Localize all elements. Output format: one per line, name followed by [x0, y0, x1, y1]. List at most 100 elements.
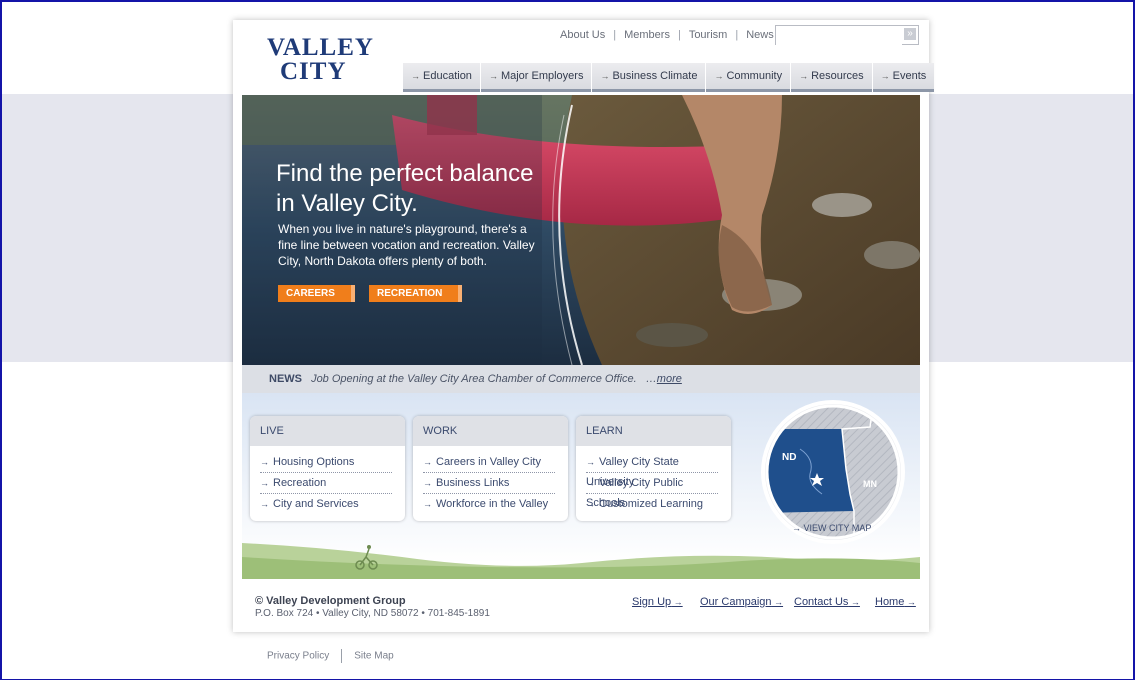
- page-footer: © Valley Development Group P.O. Box 724 …: [242, 579, 920, 632]
- card-link-label: City and Services: [273, 498, 359, 510]
- card-link-label: Careers in Valley City: [436, 456, 541, 468]
- card-link-label: Housing Options: [273, 456, 355, 468]
- footer-link-sign-up[interactable]: Sign Up →: [632, 596, 683, 608]
- hero-headline: Find the perfect balance in Valley City.: [276, 160, 534, 217]
- card-link[interactable]: → Valley City Public Schools: [586, 473, 718, 509]
- search-button[interactable]: »: [904, 28, 916, 40]
- view-city-map-link[interactable]: → VIEW CITY MAP: [792, 523, 871, 533]
- footer-link-our-campaign[interactable]: Our Campaign →: [700, 596, 783, 608]
- arrow-right-icon: →: [600, 71, 610, 81]
- footer-link-label: Home: [875, 596, 905, 608]
- search-input[interactable]: [776, 27, 902, 45]
- arrow-right-icon: →: [586, 457, 595, 467]
- card-link[interactable]: → Housing Options: [260, 452, 392, 473]
- page-container: VALLEY CITY About Us | Members | Tourism | New…: [233, 20, 935, 632]
- arrow-right-icon: →: [848, 597, 860, 607]
- live-card: LIVE → Housing Options → Recreation → City …: [250, 416, 405, 521]
- arrow-right-icon: →: [880, 71, 890, 81]
- site-map-link[interactable]: Site Map: [354, 651, 393, 662]
- utility-link-tourism[interactable]: Tourism: [689, 29, 728, 41]
- arrow-right-icon: →: [488, 71, 498, 81]
- footer-link-label: Sign Up: [632, 596, 672, 608]
- nav-tab-business-climate[interactable]: → Business Climate: [592, 63, 706, 92]
- hero-banner: Find the perfect balance in Valley City.…: [242, 95, 920, 365]
- separator: |: [735, 29, 739, 41]
- arrow-right-icon: →: [792, 523, 804, 533]
- site-logo[interactable]: VALLEY CITY: [267, 34, 374, 85]
- main-nav: → Education → Major Employers → Business Cl…: [403, 63, 935, 92]
- footer-address: P.O. Box 724 • Valley City, ND 58072 • 7…: [255, 608, 490, 619]
- card-link-label: Customized Learning: [599, 498, 703, 510]
- arrow-right-icon: →: [423, 457, 432, 467]
- logo-line-1: VALLEY: [267, 34, 374, 61]
- card-link-label: Business Links: [436, 477, 510, 489]
- map-label-nd: ND: [782, 452, 796, 463]
- hero-body: When you live in nature's playground, th…: [278, 222, 535, 268]
- hills-decoration: [242, 543, 920, 579]
- card-link-label: Recreation: [273, 477, 327, 489]
- nav-tab-label: Education: [423, 70, 472, 82]
- search-box: »: [775, 25, 919, 45]
- arrow-right-icon: →: [260, 478, 269, 488]
- news-ellipsis: …: [645, 373, 657, 385]
- bottom-links: Privacy Policy Site Map: [267, 649, 394, 663]
- recreation-button[interactable]: RECREATION: [369, 285, 463, 302]
- privacy-policy-link[interactable]: Privacy Policy: [267, 651, 329, 662]
- nav-tab-community[interactable]: → Community: [706, 63, 791, 92]
- news-bar: NEWS Job Opening at the Valley City Area…: [242, 365, 920, 393]
- card-link[interactable]: → Careers in Valley City: [423, 452, 555, 473]
- nav-tab-label: Resources: [811, 70, 864, 82]
- arrow-right-icon: →: [586, 499, 595, 509]
- nav-tab-major-employers[interactable]: → Major Employers: [480, 63, 592, 92]
- card-link[interactable]: → Valley City State University: [586, 452, 718, 488]
- card-title: WORK: [413, 416, 568, 446]
- arrow-right-icon: →: [671, 597, 683, 607]
- separator: |: [677, 29, 681, 41]
- separator: |: [613, 29, 617, 41]
- nav-tab-resources[interactable]: → Resources: [791, 63, 872, 92]
- news-label: NEWS: [269, 373, 302, 385]
- view-city-map-label: VIEW CITY MAP: [803, 523, 872, 533]
- card-link-label: Workforce in the Valley: [436, 498, 549, 510]
- card-link[interactable]: → Workforce in the Valley: [423, 494, 555, 514]
- arrow-right-icon: →: [423, 478, 432, 488]
- nav-tab-label: Events: [892, 70, 927, 82]
- footer-organization: © Valley Development Group: [255, 595, 406, 607]
- work-card: WORK → Careers in Valley City → Business L…: [413, 416, 568, 521]
- logo-line-2: CITY: [280, 58, 347, 85]
- nav-tab-label: Major Employers: [500, 70, 584, 82]
- card-link[interactable]: → Business Links: [423, 473, 555, 494]
- nav-tab-label: Community: [726, 70, 783, 82]
- quick-links-section: LIVE → Housing Options → Recreation → City …: [242, 393, 920, 579]
- browser-frame: VALLEY CITY About Us | Members | Tourism | New…: [0, 0, 1135, 680]
- utility-nav: About Us | Members | Tourism | News: [560, 29, 774, 41]
- careers-button[interactable]: CAREERS: [278, 285, 355, 302]
- arrow-right-icon: →: [423, 499, 432, 509]
- arrow-right-icon: →: [586, 478, 595, 488]
- arrow-right-icon: →: [260, 499, 269, 509]
- divider: [341, 649, 343, 663]
- utility-link-members[interactable]: Members: [624, 29, 670, 41]
- learn-card: LEARN → Valley City State University → Val…: [576, 416, 731, 521]
- nav-tab-events[interactable]: → Events: [872, 63, 935, 92]
- utility-link-about[interactable]: About Us: [560, 29, 605, 41]
- map-label-mn: MN: [863, 479, 877, 489]
- utility-link-news[interactable]: News: [746, 29, 774, 41]
- card-link[interactable]: → City and Services: [260, 494, 392, 514]
- card-link[interactable]: → Recreation: [260, 473, 392, 494]
- card-title: LEARN: [576, 416, 731, 446]
- city-map-widget[interactable]: ND MN → VIEW CITY MAP: [760, 399, 910, 553]
- footer-link-home[interactable]: Home →: [875, 596, 916, 608]
- footer-link-contact-us[interactable]: Contact Us →: [794, 596, 860, 608]
- news-headline: Job Opening at the Valley City Area Cham…: [311, 373, 637, 385]
- footer-link-label: Our Campaign: [700, 596, 772, 608]
- card-link[interactable]: → Customized Learning: [586, 494, 718, 514]
- nav-tab-education[interactable]: → Education: [403, 63, 480, 92]
- news-more-link[interactable]: more: [657, 373, 682, 385]
- arrow-right-icon: →: [771, 597, 784, 607]
- arrow-right-icon: →: [411, 71, 420, 81]
- arrow-right-icon: →: [799, 71, 809, 81]
- nav-tab-label: Business Climate: [612, 70, 698, 82]
- card-title: LIVE: [250, 416, 405, 446]
- arrow-right-icon: →: [904, 597, 916, 607]
